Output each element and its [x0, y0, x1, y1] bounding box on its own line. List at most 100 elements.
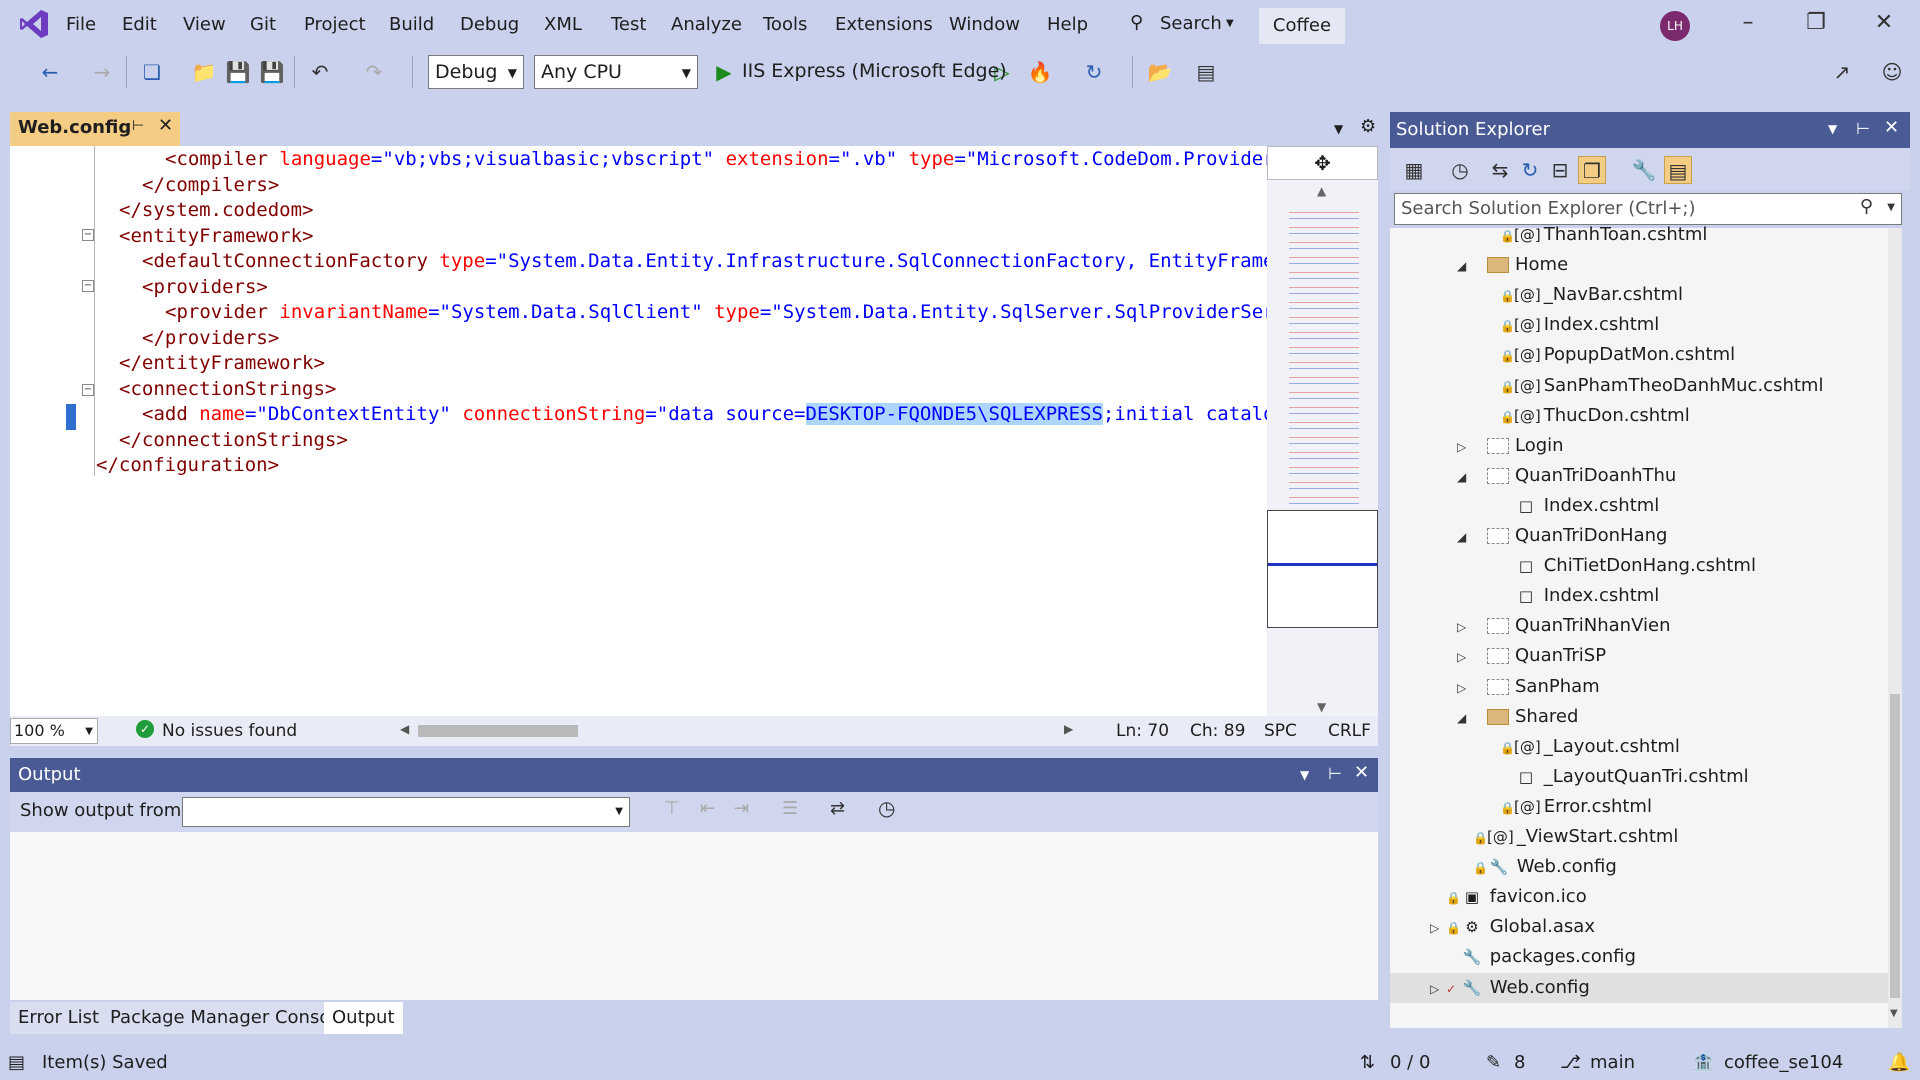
menu-item-extensions[interactable]: Extensions [835, 14, 933, 35]
chevron-down-icon[interactable]: ▼ [1300, 768, 1309, 782]
tree-folder[interactable]: ◢ QuanTriDonHang [1390, 521, 1888, 551]
tab-web-config[interactable]: Web.config ⊢ ✕ [10, 112, 180, 146]
tab-output[interactable]: Output [324, 1002, 403, 1034]
scroll-up-icon[interactable]: ▲ [1317, 184, 1326, 198]
platform-dropdown[interactable]: Any CPU ▼ [534, 55, 698, 89]
expand-toggle-icon[interactable]: ▷ [1430, 974, 1446, 1004]
code-line[interactable]: </configuration> [96, 454, 279, 476]
expand-toggle-icon[interactable]: ▷ [1457, 432, 1473, 462]
open-file-icon[interactable]: 📁 [190, 58, 218, 86]
find-in-files-icon[interactable]: 📂 [1146, 58, 1174, 86]
tree-file[interactable]: 🔒[@] Error.cshtml [1390, 792, 1888, 822]
chevron-down-icon[interactable]: ▼ [1828, 122, 1837, 136]
menu-item-debug[interactable]: Debug [460, 14, 519, 35]
code-editor[interactable]: <compiler language="vb;vbs;visualbasic;v… [10, 146, 1378, 716]
menu-item-analyze[interactable]: Analyze [671, 14, 742, 35]
gear-icon[interactable]: ⚙ [1360, 116, 1376, 137]
expand-toggle-icon[interactable]: ◢ [1457, 462, 1473, 492]
minimap-viewport[interactable] [1267, 510, 1378, 628]
tree-folder[interactable]: ▷ QuanTriSP [1390, 641, 1888, 671]
code-line[interactable]: </compilers> [142, 174, 279, 196]
preview-selected-icon[interactable]: ▤ [1664, 156, 1692, 184]
menu-item-tools[interactable]: Tools [763, 14, 807, 35]
menu-item-edit[interactable]: Edit [122, 14, 157, 35]
run-target-button[interactable]: IIS Express (Microsoft Edge) [742, 60, 1007, 82]
repository-name[interactable]: coffee_se104 [1724, 1052, 1843, 1073]
pin-icon[interactable]: ⊢ [1856, 119, 1870, 138]
navigate-back-icon[interactable]: ← [36, 58, 64, 86]
share-icon[interactable]: ↗ [1828, 58, 1856, 86]
tree-file[interactable]: 🔒[@] _ViewStart.cshtml [1390, 822, 1888, 852]
next-message-icon[interactable]: ⇥ [734, 798, 749, 819]
layout-icon[interactable]: ▤ [1192, 58, 1220, 86]
fold-toggle-icon[interactable]: − [82, 384, 94, 396]
menu-item-test[interactable]: Test [611, 14, 646, 35]
browser-refresh-icon[interactable]: ↻ [1080, 58, 1108, 86]
redo-icon[interactable]: ↷ [360, 58, 388, 86]
expand-toggle-icon[interactable]: ▷ [1430, 913, 1446, 943]
avatar[interactable]: LH [1660, 11, 1690, 41]
line-number[interactable]: Ln: 70 [1116, 721, 1169, 741]
scrollbar-thumb[interactable] [1890, 694, 1900, 998]
start-debug-icon[interactable]: ▶ [710, 58, 738, 86]
tree-folder[interactable]: ◢ Shared [1390, 702, 1888, 732]
notifications-bell-icon[interactable]: 🔔 [1888, 1052, 1910, 1073]
menu-item-help[interactable]: Help [1047, 14, 1088, 35]
tree-folder[interactable]: ◢ QuanTriDoanhThu [1390, 461, 1888, 491]
whitespace-mode[interactable]: SPC [1264, 721, 1297, 741]
scroll-left-icon[interactable]: ◀ [400, 722, 409, 736]
pin-icon[interactable]: ⊢ [132, 118, 144, 134]
tree-file[interactable]: □ Index.cshtml [1390, 581, 1888, 611]
code-line[interactable]: <defaultConnectionFactory type="System.D… [142, 250, 1274, 272]
code-line[interactable]: </providers> [142, 327, 279, 349]
split-editor-icon[interactable]: ✥ [1267, 146, 1378, 180]
code-line[interactable]: <compiler language="vb;vbs;visualbasic;v… [165, 148, 1275, 170]
sync-status[interactable]: 0 / 0 [1390, 1052, 1430, 1073]
tree-file[interactable]: ▷ 🔒 ⚙ Global.asax [1390, 912, 1888, 942]
tree-file[interactable]: 🔒[@] PopupDatMon.cshtml [1390, 340, 1888, 370]
expand-toggle-icon[interactable]: ◢ [1457, 251, 1473, 281]
tree-file[interactable]: 🔒[@] _Layout.cshtml [1390, 732, 1888, 762]
new-project-icon[interactable]: ❏ [138, 58, 166, 86]
close-icon[interactable]: ✕ [1884, 117, 1899, 138]
tree-file[interactable]: □ ChiTietDonHang.cshtml [1390, 551, 1888, 581]
code-line[interactable]: </system.codedom> [119, 199, 313, 221]
scroll-right-icon[interactable]: ▶ [1064, 722, 1073, 736]
chevron-down-icon[interactable]: ▼ [1887, 202, 1895, 213]
fold-toggle-icon[interactable]: − [82, 229, 94, 241]
tree-folder[interactable]: ▷ QuanTriNhanVien [1390, 611, 1888, 641]
save-icon[interactable]: 💾 [224, 58, 252, 86]
close-icon[interactable]: ✕ [1354, 762, 1369, 783]
vertical-scrollbar[interactable]: ▼ [1888, 228, 1902, 1028]
search-button[interactable]: ⚲ Search ▼ [1130, 10, 1240, 40]
close-window-button[interactable]: ✕ [1864, 10, 1904, 40]
show-all-files-icon[interactable]: ❐ [1578, 156, 1606, 184]
tree-file[interactable]: 🔒[@] SanPhamTheoDanhMuc.cshtml [1390, 371, 1888, 401]
tree-file[interactable]: 🔒 ▣ favicon.ico [1390, 882, 1888, 912]
pending-changes-count[interactable]: 8 [1514, 1052, 1525, 1073]
fold-toggle-icon[interactable]: − [82, 280, 94, 292]
tree-folder[interactable]: ▷ SanPham [1390, 672, 1888, 702]
pending-changes-filter-icon[interactable]: ◷ [1446, 156, 1474, 184]
menu-item-build[interactable]: Build [389, 14, 434, 35]
restore-button[interactable]: ❐ [1796, 10, 1836, 40]
output-source-dropdown[interactable]: ▼ [182, 797, 630, 827]
timestamp-icon[interactable]: ◷ [878, 796, 895, 820]
find-message-icon[interactable]: ⊤ [664, 798, 680, 819]
tab-error-list[interactable]: Error List [10, 1002, 108, 1034]
code-line[interactable]: <add name="DbContextEntity" connectionSt… [142, 403, 1275, 425]
code-line[interactable]: </entityFramework> [119, 352, 325, 374]
output-text-area[interactable] [10, 832, 1378, 1000]
menu-item-xml[interactable]: XML [544, 14, 582, 35]
expand-toggle-icon[interactable]: ▷ [1457, 673, 1473, 703]
switch-views-icon[interactable]: ▦ [1400, 156, 1428, 184]
tree-file[interactable]: □ _LayoutQuanTri.cshtml [1390, 762, 1888, 792]
expand-toggle-icon[interactable]: ▷ [1457, 612, 1473, 642]
branch-name[interactable]: main [1590, 1052, 1635, 1073]
horizontal-scrollbar-thumb[interactable] [418, 725, 578, 737]
menu-item-window[interactable]: Window [949, 14, 1020, 35]
column-number[interactable]: Ch: 89 [1190, 721, 1245, 741]
tree-file[interactable]: □ Index.cshtml [1390, 491, 1888, 521]
navigate-forward-icon[interactable]: → [88, 58, 116, 86]
undo-icon[interactable]: ↶ [306, 58, 334, 86]
